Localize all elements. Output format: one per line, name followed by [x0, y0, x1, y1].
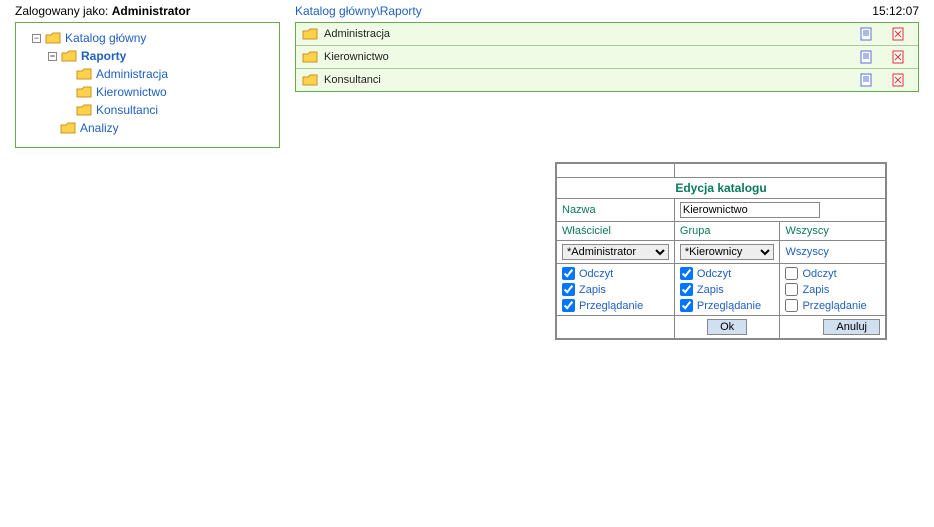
owner-browse-checkbox[interactable]: [562, 299, 575, 312]
tree-label: Analizy: [80, 121, 119, 135]
tree-kierownictwo[interactable]: Kierownictwo: [22, 83, 275, 101]
login-user: Administrator: [112, 4, 191, 18]
folder-icon: [302, 28, 318, 40]
owner-select[interactable]: *Administrator: [562, 244, 669, 260]
folder-name: Administracja: [324, 28, 854, 40]
owner-read-checkbox[interactable]: [562, 267, 575, 280]
folder-icon: [76, 86, 92, 98]
all-label: Wszyscy: [780, 222, 886, 241]
collapse-icon[interactable]: −: [48, 52, 57, 61]
all-static: Wszyscy: [785, 246, 828, 258]
name-label: Nazwa: [557, 199, 675, 222]
group-write-checkbox[interactable]: [680, 283, 693, 296]
breadcrumb[interactable]: Katalog główny\Raporty: [295, 4, 422, 18]
catalog-tree: − Katalog główny − Raporty Administracja: [15, 22, 280, 148]
dialog-title: Edycja katalogu: [557, 178, 886, 199]
tree-label: Kierownictwo: [96, 85, 167, 99]
all-read[interactable]: Odczyt: [785, 267, 880, 280]
folder-name: Konsultanci: [324, 74, 854, 86]
tree-raporty[interactable]: − Raporty: [22, 47, 275, 65]
delete-icon[interactable]: [892, 73, 906, 87]
all-read-checkbox[interactable]: [785, 267, 798, 280]
all-write-checkbox[interactable]: [785, 283, 798, 296]
list-item[interactable]: Konsultanci: [296, 69, 918, 91]
properties-icon[interactable]: [860, 73, 874, 87]
properties-icon[interactable]: [860, 50, 874, 64]
owner-write[interactable]: Zapis: [562, 283, 669, 296]
tree-label: Administracja: [96, 67, 168, 81]
edit-catalog-dialog: Edycja katalogu Nazwa Właściciel Grupa W…: [555, 162, 887, 340]
tree-label: Konsultanci: [96, 103, 158, 117]
delete-icon[interactable]: [892, 27, 906, 41]
owner-browse[interactable]: Przeglądanie: [562, 299, 669, 312]
owner-label: Właściciel: [557, 222, 675, 241]
folder-name: Kierownictwo: [324, 51, 854, 63]
tree-analizy[interactable]: Analizy: [22, 119, 275, 137]
all-browse-checkbox[interactable]: [785, 299, 798, 312]
ok-button[interactable]: Ok: [707, 319, 747, 335]
list-item[interactable]: Kierownictwo: [296, 46, 918, 69]
delete-icon[interactable]: [892, 50, 906, 64]
group-label: Grupa: [674, 222, 780, 241]
cancel-button[interactable]: Anuluj: [823, 319, 880, 335]
folder-icon: [61, 50, 77, 62]
name-input[interactable]: [680, 202, 820, 218]
group-perms: Odczyt Zapis Przeglądanie: [680, 267, 775, 312]
tree-katalog-glowny[interactable]: − Katalog główny: [22, 29, 275, 47]
owner-write-checkbox[interactable]: [562, 283, 575, 296]
tree-label: Katalog główny: [65, 31, 146, 45]
tree-konsultanci[interactable]: Konsultanci: [22, 101, 275, 119]
group-read[interactable]: Odczyt: [680, 267, 775, 280]
folder-icon: [76, 104, 92, 116]
all-perms: Odczyt Zapis Przeglądanie: [785, 267, 880, 312]
all-browse[interactable]: Przeglądanie: [785, 299, 880, 312]
folder-icon: [45, 32, 61, 44]
properties-icon[interactable]: [860, 27, 874, 41]
collapse-icon[interactable]: −: [32, 34, 41, 43]
folder-icon: [302, 74, 318, 86]
folder-icon: [302, 51, 318, 63]
login-prefix: Zalogowany jako:: [15, 4, 112, 18]
tree-administracja[interactable]: Administracja: [22, 65, 275, 83]
clock: 15:12:07: [872, 4, 919, 18]
folder-icon: [76, 68, 92, 80]
owner-perms: Odczyt Zapis Przeglądanie: [562, 267, 669, 312]
group-browse-checkbox[interactable]: [680, 299, 693, 312]
list-item[interactable]: Administracja: [296, 23, 918, 46]
group-select[interactable]: *Kierownicy: [680, 244, 775, 260]
login-info: Zalogowany jako: Administrator: [15, 4, 280, 18]
folder-list: Administracja Kierownictwo: [295, 22, 919, 92]
owner-read[interactable]: Odczyt: [562, 267, 669, 280]
folder-icon: [60, 122, 76, 134]
all-write[interactable]: Zapis: [785, 283, 880, 296]
group-write[interactable]: Zapis: [680, 283, 775, 296]
tree-label: Raporty: [81, 49, 126, 63]
group-browse[interactable]: Przeglądanie: [680, 299, 775, 312]
group-read-checkbox[interactable]: [680, 267, 693, 280]
